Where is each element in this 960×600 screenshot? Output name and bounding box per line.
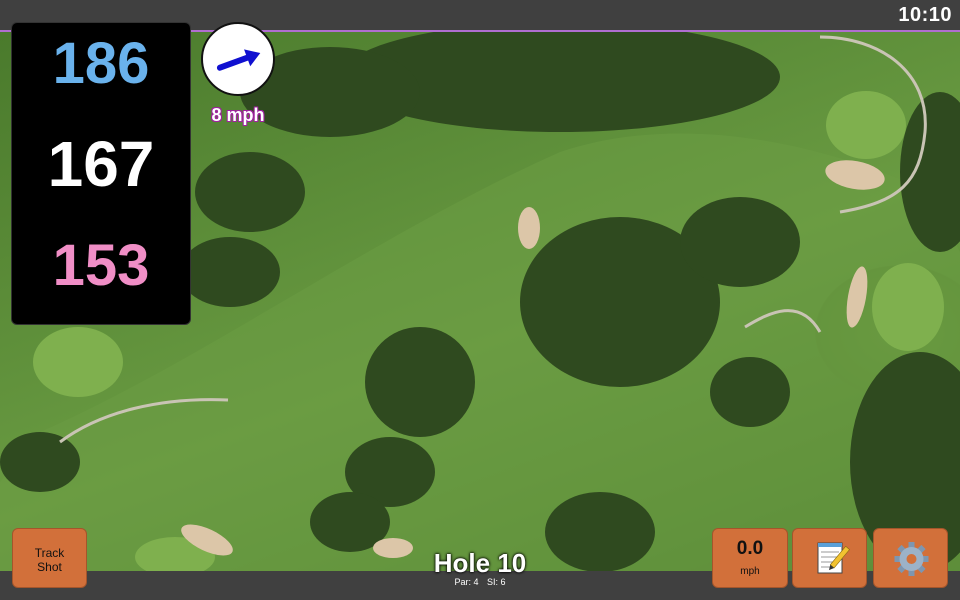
hole-title: Hole 10 xyxy=(433,548,527,578)
settings-button[interactable] xyxy=(873,528,948,588)
wind-arrow-icon xyxy=(216,49,261,71)
track-shot-button[interactable]: Track Shot xyxy=(12,528,87,588)
speed-button[interactable]: 0.0 mph xyxy=(712,528,788,588)
clock: 10:10 xyxy=(898,4,952,26)
notepad-icon xyxy=(817,542,850,574)
wind-indicator xyxy=(201,22,275,96)
stroke-index-label: SI: 6 xyxy=(487,577,506,587)
track-shot-label-line2: Shot xyxy=(37,560,62,574)
notes-button[interactable] xyxy=(792,528,867,588)
wind-speed: 8 mph xyxy=(211,105,265,125)
gear-icon xyxy=(894,542,929,576)
back-distance: 186 xyxy=(52,31,150,96)
hole-info: Par: 4 SI: 6 xyxy=(380,577,580,587)
speed-value: 0.0 xyxy=(736,538,764,559)
speed-unit: mph xyxy=(740,566,760,577)
distance-panel: 186 167 153 xyxy=(11,22,191,325)
middle-distance: 167 xyxy=(47,128,155,200)
track-shot-label-line1: Track xyxy=(34,546,65,560)
front-distance: 153 xyxy=(52,233,150,298)
par-label: Par: 4 xyxy=(454,577,479,587)
